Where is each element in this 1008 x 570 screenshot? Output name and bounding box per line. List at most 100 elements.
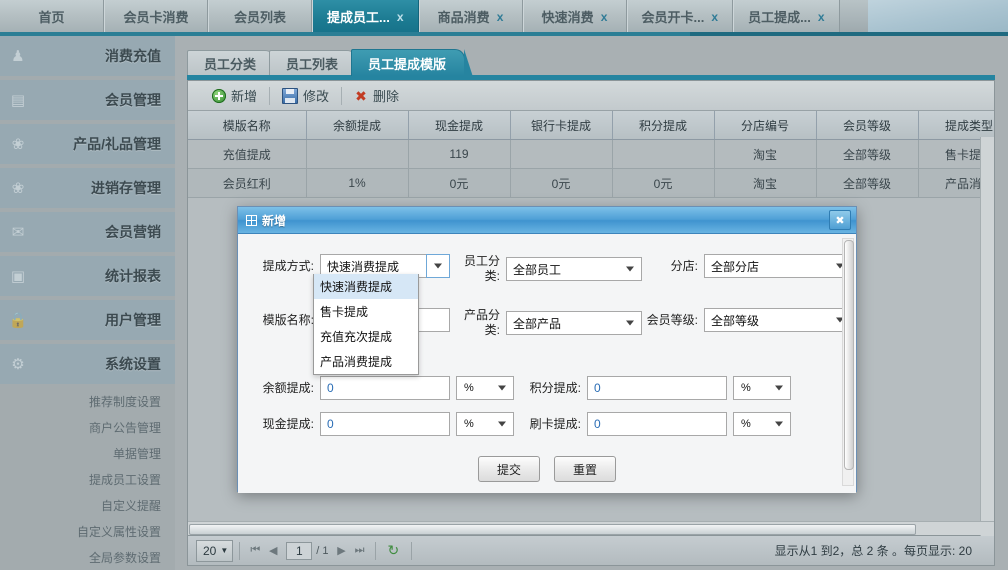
sidebar-item-user-management[interactable]: 🔒 用户管理	[0, 300, 175, 340]
sidebar-subitem-commission-staff-settings[interactable]: 提成员工设置	[0, 466, 175, 492]
delete-button[interactable]: ✖ 删除	[342, 84, 411, 108]
sidebar-item-member-management[interactable]: ▤ 会员管理	[0, 80, 175, 120]
column-header[interactable]: 模版名称	[188, 111, 307, 140]
column-header[interactable]: 银行卡提成	[510, 111, 613, 140]
sidebar-item-product-gift-management[interactable]: ❀ 产品/礼品管理	[0, 124, 175, 164]
commission-method-dropdown-list: 快速消费提成 售卡提成 充值充次提成 产品消费提成	[313, 274, 419, 375]
prev-page-icon[interactable]: ◀	[264, 541, 282, 561]
top-tab-product-consume[interactable]: 商品消费 x	[418, 0, 523, 33]
pager-divider	[239, 541, 241, 560]
table-header-row: 模版名称 余额提成 现金提成 银行卡提成 积分提成 分店编号 会员等级 提成类型	[188, 111, 994, 140]
chevron-down-icon	[434, 263, 442, 269]
column-header[interactable]: 会员等级	[816, 111, 919, 140]
sidebar-subitem-referral-settings[interactable]: 推荐制度设置	[0, 388, 175, 414]
staff-category-select[interactable]: 全部员工	[506, 257, 642, 281]
sidebar-subitem-custom-attribute-settings[interactable]: 自定义属性设置	[0, 518, 175, 544]
table-row[interactable]: 会员红利 1% 0元 0元 0元 淘宝 全部等级 产品消费	[188, 168, 994, 198]
top-tab-member-list[interactable]: 会员列表	[208, 0, 312, 33]
unit-value: %	[464, 418, 474, 430]
sidebar-subitem-label: 单据管理	[112, 446, 161, 461]
content-tab-list: 员工分类 员工列表 员工提成模版	[187, 48, 474, 77]
table-cell: 淘宝	[714, 168, 817, 198]
gift-icon: ❀	[11, 179, 25, 197]
sidebar-item-consume-recharge[interactable]: ♟ 消费充值	[0, 36, 175, 76]
lock-icon: 🔒	[8, 311, 28, 329]
sidebar-subitem-merchant-notice[interactable]: 商户公告管理	[0, 414, 175, 440]
tab-staff-list[interactable]: 员工列表	[269, 50, 366, 77]
member-level-select[interactable]: 全部等级	[704, 308, 852, 332]
add-button[interactable]: 新增	[200, 84, 269, 108]
sidebar-subitem-document-management[interactable]: 单据管理	[0, 440, 175, 466]
commission-method-dropdown-button[interactable]	[426, 254, 450, 278]
grid-vertical-scrollbar[interactable]	[980, 137, 994, 537]
close-icon[interactable]: x	[397, 11, 404, 23]
top-tab-label: 提成员工...	[327, 10, 390, 25]
table-cell: 会员红利	[188, 168, 307, 198]
product-category-select[interactable]: 全部产品	[506, 311, 642, 335]
table-cell: 0元	[510, 168, 613, 198]
branch-select[interactable]: 全部分店	[704, 254, 852, 278]
close-icon[interactable]: x	[818, 11, 825, 23]
close-icon[interactable]: x	[711, 11, 718, 23]
scrollbar-thumb[interactable]	[189, 524, 916, 535]
top-tab-card-consume[interactable]: 会员卡消费	[104, 0, 208, 33]
last-page-icon[interactable]: ⏭	[351, 541, 369, 561]
points-commission-unit-select[interactable]: %	[733, 376, 791, 400]
card-commission-unit-select[interactable]: %	[733, 412, 791, 436]
dialog-vertical-scrollbar[interactable]	[842, 238, 854, 486]
sidebar-item-member-marketing[interactable]: ✉ 会员营销	[0, 212, 175, 252]
field-card-commission: 刷卡提成: 0 %	[513, 412, 791, 436]
browser-tab-bar: 首页 会员卡消费 会员列表 提成员工... x 商品消费 x 快速消费 x 会员…	[0, 0, 1008, 36]
unit-value: %	[464, 382, 474, 394]
dropdown-option[interactable]: 快速消费提成	[314, 274, 418, 299]
sidebar-item-inventory-management[interactable]: ❀ 进销存管理	[0, 168, 175, 208]
top-tab-staff-commission[interactable]: 提成员工... x	[312, 0, 419, 33]
column-header[interactable]: 现金提成	[408, 111, 511, 140]
close-icon[interactable]: ✖	[829, 210, 851, 230]
column-header[interactable]: 余额提成	[306, 111, 409, 140]
column-header[interactable]: 分店编号	[714, 111, 817, 140]
sidebar-item-statistics-reports[interactable]: ▣ 统计报表	[0, 256, 175, 296]
balance-commission-unit-select[interactable]: %	[456, 376, 514, 400]
dropdown-option[interactable]: 售卡提成	[314, 299, 418, 324]
grid-horizontal-scrollbar[interactable]	[188, 521, 994, 535]
reset-button[interactable]: 重置	[554, 456, 616, 482]
sidebar-subitem-global-parameter-settings[interactable]: 全局参数设置	[0, 544, 175, 570]
next-page-icon[interactable]: ▶	[333, 541, 351, 561]
table-row[interactable]: 充值提成 119 淘宝 全部等级 售卡提成	[188, 139, 994, 169]
card-commission-input[interactable]: 0	[587, 412, 727, 436]
points-commission-input[interactable]: 0	[587, 376, 727, 400]
tab-staff-commission-template[interactable]: 员工提成模版	[351, 49, 474, 77]
sidebar: ♟ 消费充值 ▤ 会员管理 ❀ 产品/礼品管理 ❀ 进销存管理 ✉ 会员营销 ▣…	[0, 36, 175, 570]
field-balance-commission: 余额提成: 0 %	[246, 376, 514, 400]
close-icon[interactable]: x	[601, 11, 608, 23]
column-header[interactable]: 提成类型	[918, 111, 994, 140]
close-icon[interactable]: x	[497, 11, 504, 23]
top-tab-member-open-card[interactable]: 会员开卡... x	[626, 0, 734, 33]
tab-staff-category[interactable]: 员工分类	[187, 50, 284, 77]
field-points-commission: 积分提成: 0 %	[513, 376, 791, 400]
cash-commission-unit-select[interactable]: %	[456, 412, 514, 436]
sidebar-subitem-custom-reminder[interactable]: 自定义提醒	[0, 492, 175, 518]
dropdown-option[interactable]: 充值充次提成	[314, 324, 418, 349]
top-tab-quick-consume[interactable]: 快速消费 x	[522, 0, 627, 33]
cash-commission-input[interactable]: 0	[320, 412, 450, 436]
sidebar-item-system-settings[interactable]: ⚙ 系统设置	[0, 344, 175, 384]
tab-label: 员工列表	[286, 57, 339, 72]
first-page-icon[interactable]: ⏮	[246, 541, 264, 561]
top-tab-home[interactable]: 首页	[0, 0, 104, 33]
dialog-action-buttons: 提交 重置	[238, 456, 856, 482]
submit-button[interactable]: 提交	[478, 456, 540, 482]
edit-button[interactable]: 修改	[270, 84, 341, 108]
page-size-select[interactable]: 20 ▼	[196, 539, 234, 562]
dropdown-option[interactable]: 产品消费提成	[314, 349, 418, 374]
page-size-value: 20	[203, 543, 217, 558]
tab-label: 员工分类	[204, 57, 257, 72]
page-number-input[interactable]: 1	[286, 541, 313, 560]
top-tab-employee-commission[interactable]: 员工提成... x	[733, 0, 840, 33]
column-header[interactable]: 积分提成	[612, 111, 715, 140]
scrollbar-thumb[interactable]	[844, 240, 854, 470]
balance-commission-input[interactable]: 0	[320, 376, 450, 400]
refresh-icon[interactable]: ↻	[382, 542, 406, 559]
dialog-title-bar[interactable]: 新增 ✖	[238, 207, 856, 234]
